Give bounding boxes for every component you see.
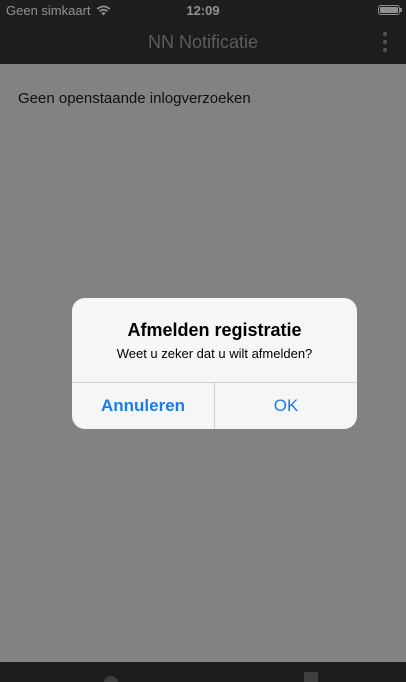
dialog-title: Afmelden registratie [127,320,302,340]
logout-dialog: Afmelden registratie Weet u zeker dat u … [72,298,357,429]
phone-screen: Geen simkaart 12:09 NN Notificatie Geen … [0,0,406,682]
cancel-button[interactable]: Annuleren [72,383,214,429]
ok-button[interactable]: OK [215,383,357,429]
dialog-message: Weet u zeker dat u wilt afmelden? [116,346,313,361]
